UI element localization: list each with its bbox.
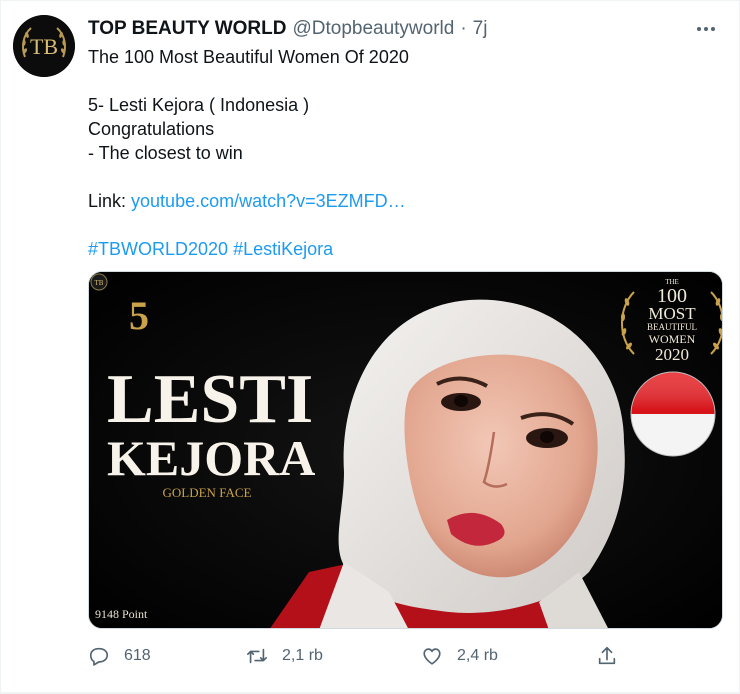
svg-text:MOST: MOST — [648, 304, 696, 323]
tweet-media-image[interactable]: TB 5 LESTI KEJORA GOLDEN FACE 9148 Point — [88, 271, 723, 629]
tweet-header: TOP BEAUTY WORLD @Dtopbeautyworld · 7j — [88, 17, 719, 41]
rank-number: 5 — [129, 293, 149, 338]
hashtag-tbworld2020[interactable]: #TBWORLD2020 — [88, 239, 228, 259]
tweet-card[interactable]: TB TOP BEAUTY WORLD @Dtopbeautyworld · 7… — [0, 0, 740, 694]
avatar-monogram: TB — [30, 34, 58, 59]
tweet-line-closest: - The closest to win — [88, 143, 243, 163]
svg-text:WOMEN: WOMEN — [649, 332, 696, 346]
hashtag-lestikejora[interactable]: #LestiKejora — [233, 239, 333, 259]
youtube-link[interactable]: youtube.com/watch?v=3EZMFD… — [131, 191, 406, 211]
link-prefix: Link: — [88, 191, 132, 211]
tweet-timestamp[interactable]: 7j — [473, 18, 488, 40]
heart-icon — [423, 648, 441, 665]
subtitle-text: GOLDEN FACE — [163, 485, 252, 500]
media-artwork: TB 5 LESTI KEJORA GOLDEN FACE 9148 Point — [89, 272, 722, 628]
svg-text:2020: 2020 — [655, 345, 689, 364]
author-name[interactable]: TOP BEAUTY WORLD — [88, 18, 286, 40]
tweet-line-hashtags: #TBWORLD2020 #LestiKejora — [88, 237, 708, 261]
retweet-button[interactable]: 2,1 rb — [246, 641, 323, 671]
reply-count: 618 — [124, 647, 151, 664]
divider — [1, 692, 739, 693]
reply-button[interactable]: 618 — [88, 641, 151, 671]
like-count: 2,4 rb — [457, 647, 498, 664]
share-icon — [598, 646, 616, 665]
tweet-line-title: The 100 Most Beautiful Women Of 2020 — [88, 47, 409, 67]
reply-icon — [89, 647, 109, 666]
svg-text:BEAUTIFUL: BEAUTIFUL — [647, 322, 697, 332]
points-text: 9148 Point — [95, 607, 148, 621]
tweet-line-congrats: Congratulations — [88, 119, 215, 139]
retweet-count: 2,1 rb — [282, 647, 323, 664]
avatar[interactable]: TB — [13, 15, 75, 77]
tweet-actions: 618 2,1 rb 2,4 rb — [88, 641, 628, 671]
like-button[interactable]: 2,4 rb — [421, 641, 498, 671]
separator-dot: · — [460, 18, 467, 39]
media-logo-text: TB — [95, 279, 104, 287]
retweet-icon — [247, 648, 267, 664]
tweet-text: The 100 Most Beautiful Women Of 2020 5- … — [88, 45, 708, 261]
tweet-line-link: Link: youtube.com/watch?v=3EZMFD… — [88, 189, 708, 213]
more-options-icon[interactable] — [693, 19, 719, 39]
author-handle[interactable]: @Dtopbeautyworld — [292, 18, 454, 40]
tb-logo-avatar: TB — [13, 15, 75, 77]
tweet-line-rank: 5- Lesti Kejora ( Indonesia ) — [88, 95, 310, 115]
share-button[interactable] — [596, 641, 632, 671]
first-name-text: LESTI — [107, 361, 313, 438]
last-name-text: KEJORA — [107, 430, 315, 486]
